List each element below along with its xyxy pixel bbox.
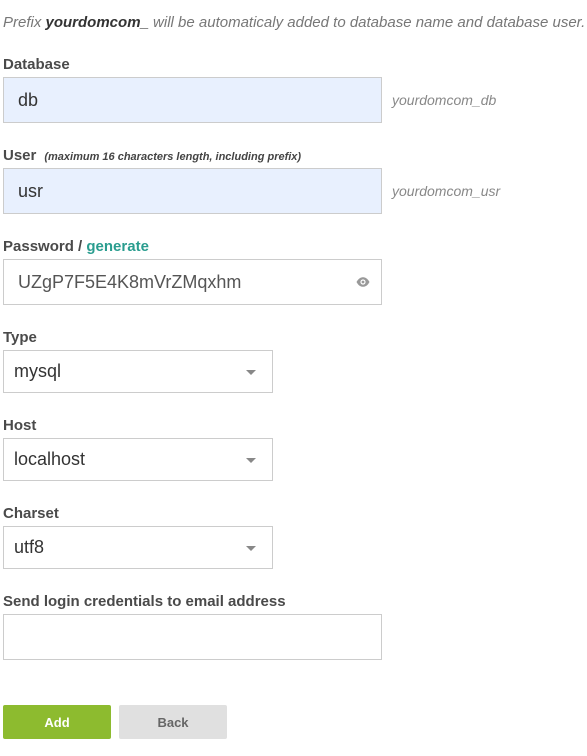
charset-label: Charset (3, 505, 59, 522)
eye-icon[interactable] (355, 274, 371, 290)
prefix-value: yourdomcom_ (45, 14, 149, 31)
type-select[interactable]: mysql (3, 350, 273, 393)
host-select[interactable]: localhost (3, 438, 273, 481)
database-input[interactable] (3, 77, 382, 123)
chevron-down-icon (246, 457, 256, 463)
email-label: Send login credentials to email address (3, 593, 286, 610)
email-input[interactable] (3, 614, 382, 660)
password-separator: / (73, 238, 87, 255)
host-label: Host (3, 417, 37, 434)
generate-password-link[interactable]: generate (86, 238, 149, 255)
user-label-row: User (maximum 16 characters length, inclu… (3, 147, 301, 164)
type-selected-value: mysql (14, 361, 62, 381)
chevron-down-icon (246, 545, 256, 551)
user-length-hint: (maximum 16 characters length, including… (44, 151, 302, 163)
password-input[interactable] (3, 259, 382, 305)
type-label: Type (3, 329, 37, 346)
host-selected-value: localhost (14, 449, 86, 469)
charset-selected-value: utf8 (14, 537, 45, 557)
password-label-row: Password / generate (3, 238, 149, 255)
database-label: Database (3, 56, 70, 73)
prefix-note-after: will be automaticaly added to database n… (148, 14, 586, 31)
user-input[interactable] (3, 168, 382, 214)
password-label: Password (3, 238, 74, 255)
back-button[interactable]: Back (119, 705, 227, 739)
user-full-name: yourdomcom_usr (392, 183, 501, 199)
add-button[interactable]: Add (3, 705, 111, 739)
charset-select[interactable]: utf8 (3, 526, 273, 569)
prefix-note: Prefix yourdomcom_ will be automaticaly … (3, 14, 585, 31)
prefix-note-before: Prefix (3, 14, 46, 31)
user-label: User (3, 147, 37, 164)
password-field (3, 259, 382, 305)
database-full-name: yourdomcom_db (392, 92, 497, 108)
chevron-down-icon (246, 369, 256, 375)
